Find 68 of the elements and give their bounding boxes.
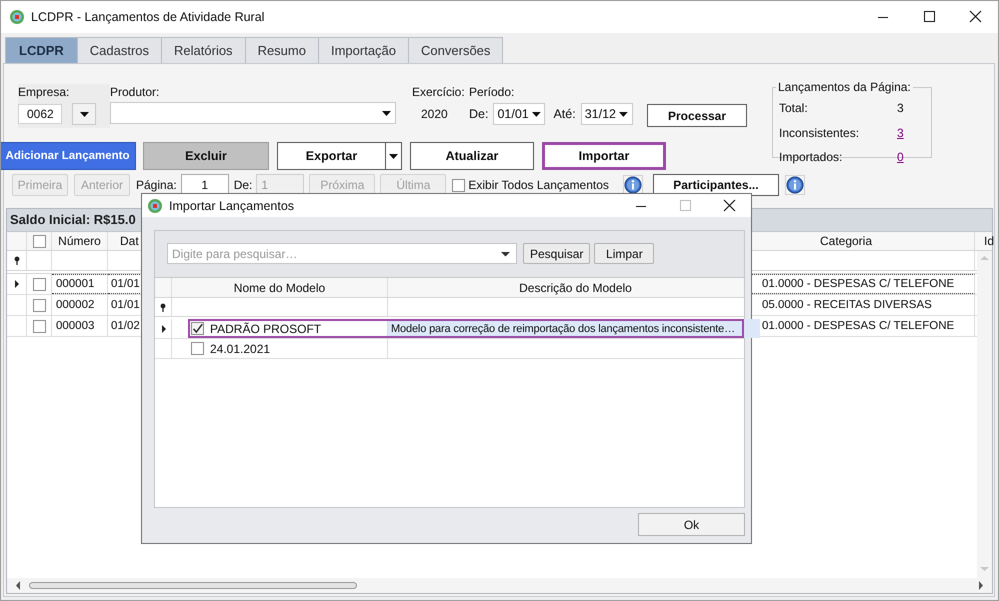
column-header[interactable]: Id: [975, 232, 998, 250]
caret-icon: [388, 152, 399, 160]
action-button[interactable]: Atualizar: [410, 142, 534, 170]
column-header[interactable]: Número: [52, 232, 108, 250]
table-cell: 000001: [52, 274, 108, 294]
ok-button[interactable]: Ok: [638, 513, 745, 536]
filter-pin-icon: [12, 256, 20, 265]
info-button[interactable]: [784, 175, 805, 195]
info-icon: [786, 176, 804, 194]
action-button[interactable]: Excluir: [143, 142, 269, 170]
action-button[interactable]: Adicionar Lançamento: [1, 142, 136, 170]
field-label: Até:: [553, 107, 576, 121]
summary-label: Total:: [779, 101, 809, 116]
summary-label: Importados:: [779, 150, 844, 164]
search-button[interactable]: Pesquisar: [523, 243, 590, 264]
current-row-icon: [160, 324, 166, 332]
search-button[interactable]: Limpar: [594, 243, 654, 264]
count-link[interactable]: 0: [897, 150, 904, 164]
scroll-left-icon[interactable]: [15, 581, 21, 590]
table-cell: 000002: [52, 295, 108, 315]
checkbox[interactable]: [32, 320, 46, 332]
info-button[interactable]: [622, 175, 643, 195]
tab[interactable]: Importação: [318, 37, 410, 63]
dropdown-button[interactable]: [386, 142, 402, 170]
page-count-label: De:: [234, 178, 252, 192]
checkbox[interactable]: [32, 298, 46, 312]
tab[interactable]: Resumo: [244, 37, 319, 63]
caret-icon: [78, 110, 90, 118]
checkbox[interactable]: [191, 322, 204, 335]
action-button[interactable]: Importar: [542, 142, 666, 170]
scrollbar-thumb[interactable]: [29, 582, 357, 589]
tab[interactable]: LCDPR: [5, 37, 78, 63]
caret-icon: [618, 110, 629, 118]
process-button[interactable]: Processar: [647, 104, 747, 127]
group-title: Lançamentos da Página:: [777, 80, 912, 94]
app-icon: [9, 9, 25, 25]
table-cell: 000003: [52, 316, 108, 336]
scroll-right-icon[interactable]: [978, 581, 984, 590]
caret-icon: [381, 109, 392, 117]
tab[interactable]: Cadastros: [76, 37, 162, 63]
table-cell: 24.01.2021: [210, 342, 270, 356]
checkbox[interactable]: [32, 278, 46, 290]
checkbox-label: Exibir Todos Lançamentos: [468, 178, 609, 192]
company-field[interactable]: 0062: [18, 104, 62, 124]
field-label: Produtor:: [110, 84, 160, 101]
tab[interactable]: Relatórios: [161, 37, 246, 63]
page-label: Página:: [136, 178, 177, 192]
date-combobox[interactable]: 01/01: [493, 103, 546, 125]
window-title: LCDPR - Lançamentos de Atividade Rural: [31, 10, 264, 24]
table-cell: PADRÃO PROSOFT: [210, 322, 322, 336]
field-label: Empresa:: [18, 84, 70, 101]
year-value: 2020: [420, 106, 449, 123]
checkbox[interactable]: [32, 234, 46, 248]
action-button[interactable]: Exportar: [277, 142, 386, 170]
checkbox[interactable]: [191, 342, 204, 355]
column-header[interactable]: Nome do Modelo: [172, 278, 388, 297]
field-label: Período:: [469, 84, 516, 101]
field-label: Exercício:: [412, 84, 466, 101]
app-icon: [147, 198, 163, 214]
count-link[interactable]: 3: [897, 126, 904, 140]
field-label: De:: [469, 107, 488, 121]
checkbox[interactable]: [452, 178, 466, 192]
count-value: 3: [897, 101, 904, 116]
date-combobox[interactable]: 31/12: [580, 103, 633, 125]
filter-pin-icon: [159, 302, 167, 312]
caret-icon: [530, 110, 542, 118]
summary-label: Inconsistentes:: [779, 126, 860, 140]
tab[interactable]: Conversões: [408, 37, 504, 63]
